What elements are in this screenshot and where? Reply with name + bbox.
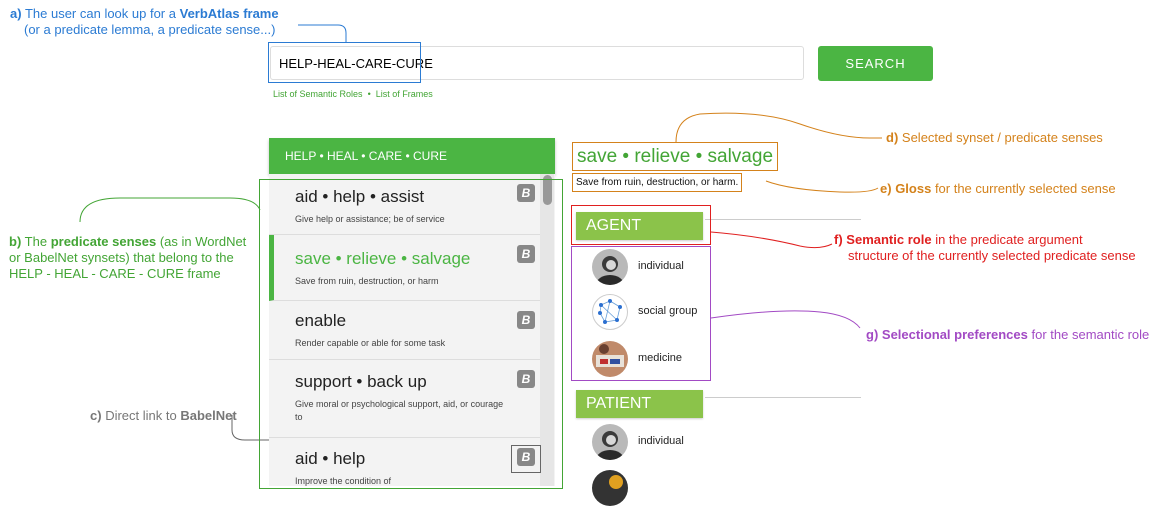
annotation-g: g) Selectional preferences for the seman… — [866, 327, 1150, 342]
annotation-b-line2: or BabelNet synsets) that belong to the — [9, 250, 234, 265]
annotation-b-line3: HELP - HEAL - CARE - CURE frame — [9, 266, 221, 281]
search-button[interactable]: SEARCH — [818, 46, 933, 81]
annotation-d: d) Selected synset / predicate senses — [886, 130, 1103, 145]
annotation-c: c) Direct link to BabelNet — [90, 408, 237, 423]
list-of-frames-link[interactable]: List of Frames — [376, 89, 433, 99]
role-patient[interactable]: PATIENT — [576, 390, 703, 418]
preferences-highlight-box — [571, 246, 711, 381]
link-separator: • — [367, 89, 371, 99]
pref-label: individual — [638, 435, 684, 447]
annotation-f-line2: structure of the currently selected pred… — [848, 248, 1136, 263]
role-divider — [705, 397, 861, 398]
nav-links: List of Semantic Roles • List of Frames — [273, 89, 433, 99]
search-input[interactable] — [270, 46, 804, 80]
annotation-a-line2: (or a predicate lemma, a predicate sense… — [24, 22, 276, 37]
pref-image-partial — [592, 470, 628, 506]
frame-header: HELP • HEAL • CARE • CURE — [269, 138, 555, 174]
role-highlight-box — [571, 205, 711, 245]
individual-image — [592, 424, 628, 460]
annotation-f: f) Semantic role in the predicate argume… — [834, 232, 1083, 247]
selected-synset-title: save • relieve • salvage — [572, 142, 779, 171]
list-of-semantic-roles-link[interactable]: List of Semantic Roles — [273, 89, 363, 99]
selected-gloss: Save from ruin, destruction, or harm. — [572, 173, 743, 192]
annotation-a: a) The user can look up for a VerbAtlas … — [10, 6, 279, 21]
senses-highlight-box — [259, 179, 563, 489]
annotation-e: e) Gloss for the currently selected sens… — [880, 181, 1116, 196]
babelnet-highlight-box — [511, 445, 541, 473]
annotation-b: b) The predicate senses (as in WordNet — [9, 234, 247, 249]
role-divider — [705, 219, 861, 220]
